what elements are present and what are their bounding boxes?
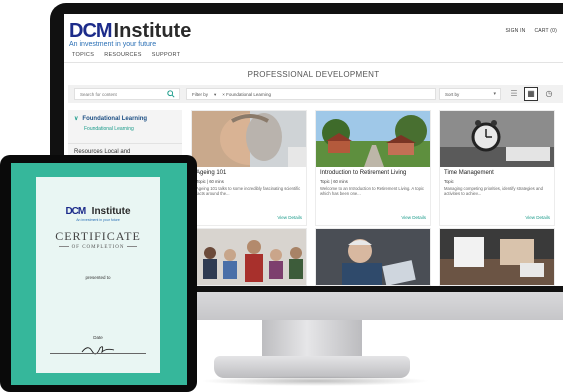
search-placeholder: Search for content: [80, 92, 117, 97]
tablet-device: DCM Institute An investment in your futu…: [0, 155, 197, 392]
course-title[interactable]: Introduction to Retirement Living: [320, 170, 426, 176]
course-image-retirement: [316, 111, 430, 167]
toolbar: Search for content Filter by ▾ × Foundat…: [68, 85, 563, 103]
timer-icon[interactable]: ◷: [543, 88, 555, 100]
filter-chip[interactable]: × Foundational Learning: [222, 92, 271, 97]
view-details-link[interactable]: View Details: [401, 215, 426, 220]
monitor-stand-base: [214, 356, 410, 378]
divider: [58, 246, 69, 248]
certificate-tagline: An investment in your future: [76, 218, 120, 222]
account-links: SIGN IN CART (0): [505, 28, 557, 34]
marketing-mockup: DCM Institute An investment in your futu…: [0, 0, 563, 392]
filter-label: Filter by: [192, 92, 209, 97]
course-card[interactable]: Ageing 101 Topic | 60 mins Ageing 101 ta…: [191, 110, 307, 226]
logo-institute-text: Institute: [113, 20, 192, 42]
signature-line: [50, 353, 146, 354]
sidebar-item-foundational-learning[interactable]: Foundational Learning: [84, 126, 176, 132]
course-title[interactable]: Time Management: [444, 170, 550, 176]
filter-dropdown[interactable]: Filter by ▾ × Foundational Learning: [186, 88, 436, 100]
course-card[interactable]: [315, 228, 431, 286]
course-topic: Topic | 60 mins: [320, 179, 348, 184]
course-card[interactable]: Time Management Topic Managing competing…: [439, 110, 555, 226]
tablet-screen: DCM Institute An investment in your futu…: [11, 163, 187, 385]
course-image-meeting: [440, 229, 554, 285]
chevron-down-icon: ∨: [74, 116, 79, 122]
nav-divider: [64, 62, 563, 63]
cart-link[interactable]: CART (0): [534, 28, 557, 34]
search-input[interactable]: Search for content: [74, 88, 180, 100]
course-card[interactable]: [439, 228, 555, 286]
site-logo[interactable]: DCM Institute An investment in your futu…: [69, 20, 191, 48]
course-title[interactable]: Ageing 101: [196, 170, 302, 176]
logo-dcm-text: DCM: [69, 20, 113, 42]
search-icon[interactable]: [167, 90, 175, 98]
certificate-subheading: OF COMPLETION: [36, 245, 160, 250]
sort-dropdown[interactable]: Sort by ▾: [439, 88, 501, 100]
sort-label: Sort by: [445, 92, 460, 97]
course-card[interactable]: [191, 228, 307, 286]
course-image-time: [440, 111, 554, 167]
course-image-group: [192, 229, 306, 285]
page-title: PROFESSIONAL DEVELOPMENT: [247, 70, 380, 79]
certificate-heading: CERTIFICATE: [55, 229, 141, 243]
course-card[interactable]: Introduction to Retirement Living Topic …: [315, 110, 431, 226]
sidebar-section-label: Foundational Learning: [82, 115, 148, 122]
certificate: DCM Institute An investment in your futu…: [36, 177, 160, 373]
course-description: Ageing 101 talks to some incredibly fasc…: [196, 186, 301, 197]
nav-resources[interactable]: RESOURCES: [104, 52, 142, 58]
chevron-down-icon: ▾: [493, 91, 496, 97]
course-image-tablet-man: [316, 229, 430, 285]
nav-topics[interactable]: TOPICS: [72, 52, 94, 58]
course-description: Welcome to an Introduction to Retirement…: [320, 186, 424, 197]
cert-logo-institute-text: Institute: [91, 206, 131, 217]
sidebar-section-foundational[interactable]: ∨ Foundational Learning: [74, 115, 176, 123]
stand-shadow: [200, 376, 430, 386]
view-details-link[interactable]: View Details: [277, 215, 302, 220]
cert-subheading-text: OF COMPLETION: [71, 245, 125, 250]
list-view-icon[interactable]: ☰: [508, 88, 520, 100]
sign-in-link[interactable]: SIGN IN: [505, 28, 525, 34]
course-description: Managing competing priorities, identify …: [444, 186, 543, 197]
view-details-link[interactable]: View Details: [525, 215, 550, 220]
course-topic: Topic: [444, 179, 454, 184]
certificate-date-label: Date: [93, 335, 103, 340]
main-nav: TOPICS RESOURCES SUPPORT: [72, 52, 180, 58]
cert-logo-dcm-text: DCM: [65, 206, 86, 217]
certificate-logo: DCM Institute An investment in your futu…: [36, 201, 160, 222]
course-image-ageing: [192, 111, 306, 167]
grid-view-icon[interactable]: ▦: [524, 87, 538, 101]
chevron-down-icon: ▾: [214, 92, 217, 97]
nav-support[interactable]: SUPPORT: [152, 52, 181, 58]
certificate-presented-to: presented to: [85, 275, 111, 280]
course-topic: Topic | 60 mins: [196, 179, 224, 184]
divider: [127, 246, 138, 248]
